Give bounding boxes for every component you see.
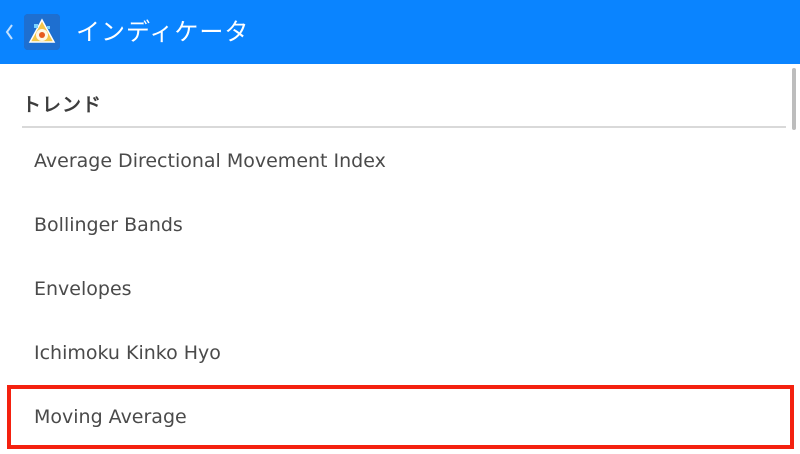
list-item-label: Bollinger Bands [34, 214, 183, 236]
list-item-average-directional-movement-index[interactable]: Average Directional Movement Index [8, 129, 792, 193]
list-item-label: Ichimoku Kinko Hyo [34, 342, 221, 364]
scrollbar[interactable] [792, 68, 796, 130]
list-item-ichimoku-kinko-hyo[interactable]: Ichimoku Kinko Hyo [8, 321, 792, 385]
list-item-bollinger-bands[interactable]: Bollinger Bands [8, 193, 792, 257]
list-item-label: Envelopes [34, 278, 132, 300]
section-divider [22, 126, 786, 128]
section-header-trend: トレンド [22, 94, 103, 116]
indicator-list: トレンド Average Directional Movement Index … [0, 64, 800, 454]
list-item-label: Average Directional Movement Index [34, 150, 386, 172]
page-title: インディケータ [76, 18, 250, 46]
list-item-moving-average[interactable]: Moving Average [8, 385, 792, 449]
action-bar: インディケータ [0, 0, 800, 64]
list-item-envelopes[interactable]: Envelopes [8, 257, 792, 321]
app-logo-icon[interactable] [24, 14, 60, 50]
chevron-left-icon[interactable] [3, 22, 15, 42]
list-item-label: Moving Average [34, 406, 187, 428]
